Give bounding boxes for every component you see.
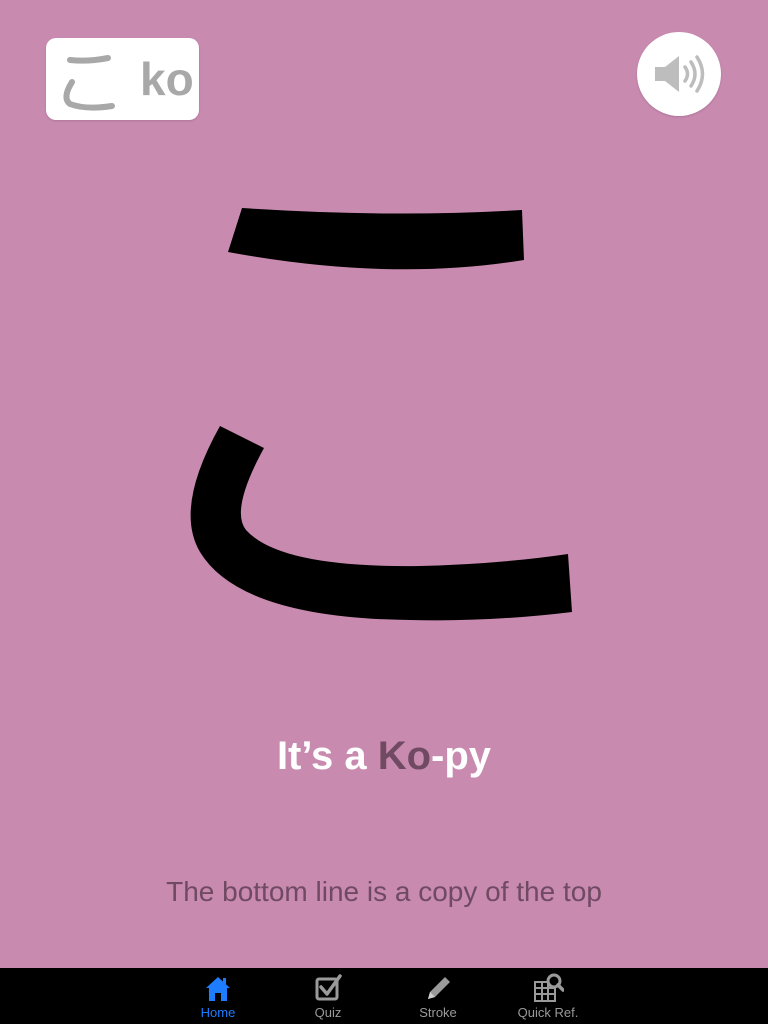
tab-home[interactable]: Home — [168, 968, 268, 1024]
badge-romaji: ko — [140, 53, 194, 105]
checkbox-icon — [315, 974, 342, 1001]
pencil-icon — [428, 977, 450, 999]
mnemonic-title-part2: -py — [431, 734, 492, 778]
tab-quick-ref[interactable]: Quick Ref. — [498, 968, 598, 1024]
grid-search-icon — [534, 973, 564, 1002]
mnemonic-title-part1: It’s a — [276, 734, 378, 778]
tab-stroke[interactable]: Stroke — [388, 968, 488, 1024]
home-icon — [206, 977, 230, 1001]
play-sound-button[interactable] — [637, 32, 721, 116]
tab-home-label: Home — [200, 1005, 236, 1020]
tab-quick-ref-label: Quick Ref. — [517, 1005, 579, 1020]
mnemonic-hint: The bottom line is a copy of the top — [166, 876, 602, 907]
badge-kana-glyph — [63, 55, 115, 111]
tab-quiz-label: Quiz — [314, 1005, 342, 1020]
tab-stroke-label: Stroke — [419, 1005, 457, 1020]
kana-top-stroke — [228, 208, 524, 270]
kana-card-badge[interactable]: ko — [46, 38, 199, 120]
tab-bar: Home Quiz Stroke Quick Ref. — [0, 968, 768, 1024]
mnemonic-title-highlight: Ko — [377, 734, 432, 778]
speaker-icon — [655, 55, 705, 93]
mnemonic-title: It’s a Ko-py — [0, 730, 768, 782]
kana-stroke-drawing — [190, 208, 572, 621]
tab-quiz[interactable]: Quiz — [278, 968, 378, 1024]
kana-bottom-stroke — [190, 426, 572, 621]
